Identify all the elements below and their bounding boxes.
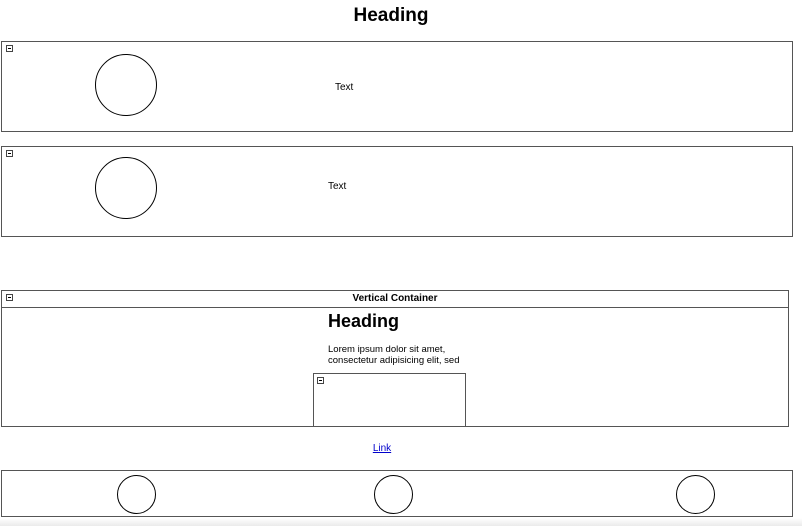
bottom-strip: [1, 470, 793, 517]
image-placeholder-circle: [374, 475, 413, 514]
collapse-icon[interactable]: [6, 150, 13, 157]
image-placeholder-circle: [117, 475, 156, 514]
panel-1: Text: [1, 41, 793, 132]
panel-1-text: Text: [335, 82, 354, 93]
panel-2-text: Text: [328, 181, 347, 192]
image-placeholder-circle: [676, 475, 715, 514]
page-heading: Heading: [353, 5, 429, 26]
link-container: Link: [0, 443, 764, 455]
vertical-container: Vertical Container Heading Lorem ipsum d…: [1, 290, 789, 427]
vertical-container-heading: Heading: [328, 311, 400, 331]
image-placeholder-circle: [95, 54, 157, 116]
divider: [2, 307, 788, 308]
nested-container: [313, 373, 466, 427]
image-placeholder-circle: [95, 157, 157, 219]
collapse-icon[interactable]: [6, 45, 13, 52]
vertical-container-paragraph: Lorem ipsum dolor sit amet, consectetur …: [328, 344, 460, 366]
collapse-icon[interactable]: [317, 377, 324, 384]
vertical-container-title: Vertical Container: [352, 293, 438, 304]
page: Heading Text Text Vertical Container Hea…: [0, 0, 802, 526]
bottom-shadow: [0, 518, 802, 526]
panel-2: Text: [1, 146, 793, 237]
link[interactable]: Link: [373, 443, 391, 454]
